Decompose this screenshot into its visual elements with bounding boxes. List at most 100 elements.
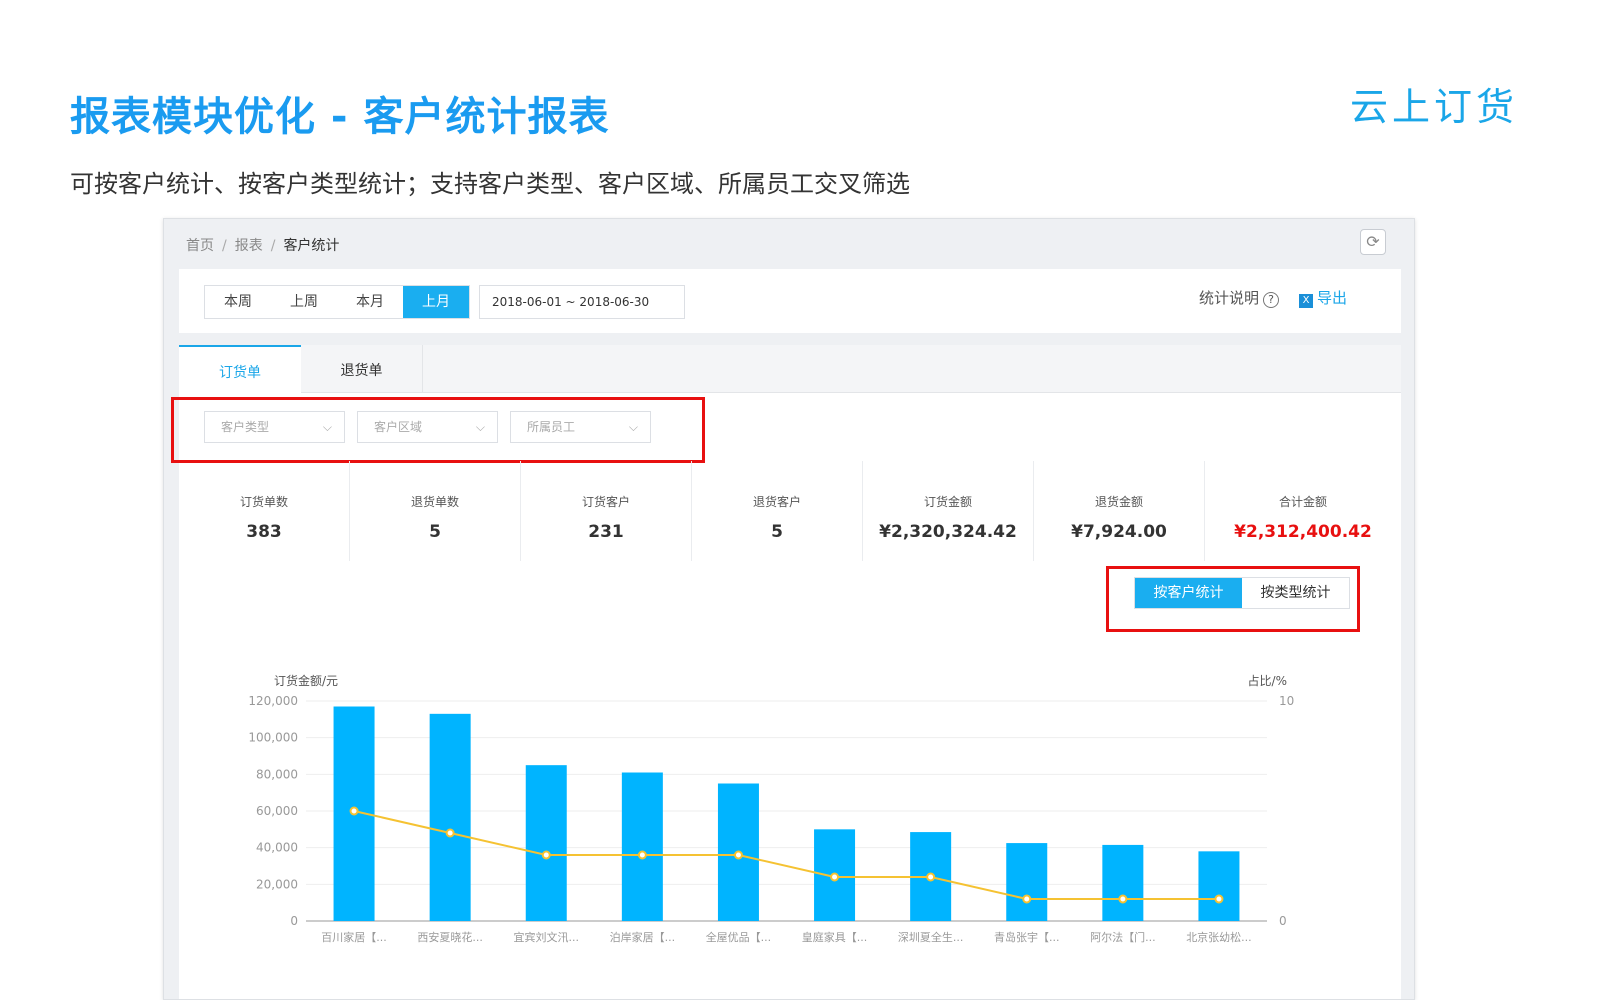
x-tick-label: 青岛张宇【... xyxy=(994,930,1060,944)
stat-label: 退货客户 xyxy=(752,495,801,509)
tab-returns[interactable]: 退货单 xyxy=(301,345,423,393)
ratio-point xyxy=(926,872,936,882)
y-tick-label: 0 xyxy=(290,914,298,928)
view-toggle: 按客户统计 按类型统计 xyxy=(1134,577,1350,609)
customer-amount-chart: 订货金额/元 占比/% 0 20,000 40,000 60,000 80,000 100,0… xyxy=(248,673,1294,944)
stat-value: 231 xyxy=(588,522,624,542)
stat-label: 退货单数 xyxy=(410,495,459,509)
breadcrumb: 首页 / 报表 / 客户统计 xyxy=(186,235,339,255)
by-type-button[interactable]: 按类型统计 xyxy=(1242,578,1349,608)
customer-region-select[interactable]: 客户区域 ⌵ xyxy=(357,411,498,443)
bar xyxy=(1006,843,1048,921)
chevron-down-icon: ⌵ xyxy=(475,420,485,434)
period-last-month[interactable]: 上月 xyxy=(403,286,469,318)
x-tick-label: 泊岸家居【... xyxy=(610,930,676,944)
ratio-point xyxy=(349,806,359,816)
period-selector: 本周 上周 本月 上月 xyxy=(204,285,470,319)
chevron-down-icon: ⌵ xyxy=(322,420,332,434)
y2-tick-label: 0 xyxy=(1279,914,1287,928)
staff-placeholder: 所属员工 xyxy=(527,420,576,434)
x-tick-label: 深圳夏全生... xyxy=(898,930,964,944)
ratio-point xyxy=(1214,894,1224,904)
summary-stats: 订货单数 383 退货单数 5 订货客户 231 退货客户 5 订货金额 ¥2,320,3… xyxy=(179,461,1401,561)
stat-value: ¥7,924.00 xyxy=(1071,522,1167,542)
help-label: 统计说明 xyxy=(1199,289,1260,307)
y2-axis-title: 占比/% xyxy=(1248,673,1287,688)
period-last-week[interactable]: 上周 xyxy=(271,286,337,318)
ratio-point xyxy=(733,850,743,860)
refresh-icon[interactable]: ⟳ xyxy=(1360,229,1386,255)
stat-return-count: 退货单数 5 xyxy=(350,461,521,561)
bar xyxy=(525,765,567,921)
date-range-input[interactable]: 2018-06-01 ~ 2018-06-30 xyxy=(479,285,685,319)
breadcrumb-current: 客户统计 xyxy=(283,238,340,254)
stat-return-customers: 退货客户 5 xyxy=(692,461,863,561)
stat-value: 5 xyxy=(771,522,783,542)
tab-orders[interactable]: 订货单 xyxy=(179,345,301,394)
x-tick-label: 西安夏晓花... xyxy=(417,930,483,944)
ratio-point xyxy=(541,850,551,860)
x-tick-label: 百川家居【... xyxy=(321,930,387,944)
ratio-point xyxy=(1022,894,1032,904)
stat-value: ¥2,312,400.42 xyxy=(1234,522,1372,542)
stat-label: 合计金额 xyxy=(1278,495,1327,509)
stat-label: 退货金额 xyxy=(1094,495,1143,509)
stat-value: 5 xyxy=(429,522,441,542)
customer-region-placeholder: 客户区域 xyxy=(374,420,423,434)
breadcrumb-reports[interactable]: 报表 xyxy=(235,238,263,254)
y-tick-label: 20,000 xyxy=(256,877,298,891)
y-tick-label: 100,000 xyxy=(248,731,298,745)
ratio-line xyxy=(353,810,1219,900)
y-axis-title: 订货金额/元 xyxy=(274,673,338,688)
export-label: 导出 xyxy=(1317,289,1348,307)
y-tick-label: 80,000 xyxy=(256,767,298,781)
ratio-point xyxy=(445,828,455,838)
y2-tick-label: 10 xyxy=(1279,694,1294,708)
stat-return-amount: 退货金额 ¥7,924.00 xyxy=(1034,461,1205,561)
filter-bar: 客户类型 ⌵ 客户区域 ⌵ 所属员工 ⌵ xyxy=(204,411,651,443)
stat-order-customers: 订货客户 231 xyxy=(521,461,692,561)
x-tick-label: 宜宾刘文汛... xyxy=(514,930,580,944)
stat-order-amount: 订货金额 ¥2,320,324.42 xyxy=(863,461,1034,561)
stat-label: 订货单数 xyxy=(239,495,288,509)
stat-value: ¥2,320,324.42 xyxy=(879,522,1017,542)
app-window: 首页 / 报表 / 客户统计 ⟳ 本周 上周 本月 上月 2018-06-01 ~ 20… xyxy=(163,218,1415,1000)
customer-type-placeholder: 客户类型 xyxy=(221,420,270,434)
bar xyxy=(1102,844,1144,921)
x-tick-label: 全屋优品【... xyxy=(706,930,772,944)
ratio-point xyxy=(830,872,840,882)
chevron-down-icon: ⌵ xyxy=(628,420,638,434)
stats-help-link[interactable]: 统计说明? xyxy=(1199,287,1280,308)
stat-label: 订货客户 xyxy=(581,495,630,509)
report-panel: 订货单 退货单 客户类型 ⌵ 客户区域 ⌵ 所属员工 ⌵ 订货单数 383 退货单数 5 … xyxy=(171,345,1401,999)
breadcrumb-home[interactable]: 首页 xyxy=(186,238,214,254)
stat-order-count: 订货单数 383 xyxy=(179,461,350,561)
x-tick-label: 皇庭家具【... xyxy=(802,930,868,944)
slide-subtitle: 可按客户统计、按客户类型统计；支持客户类型、客户区域、所属员工交叉筛选 xyxy=(70,170,910,198)
y-tick-label: 40,000 xyxy=(256,841,298,855)
period-this-month[interactable]: 本月 xyxy=(337,286,403,318)
excel-icon: X xyxy=(1299,294,1313,308)
customer-type-select[interactable]: 客户类型 ⌵ xyxy=(204,411,345,443)
y-tick-label: 60,000 xyxy=(256,804,298,818)
x-tick-label: 北京张幼松... xyxy=(1186,930,1252,944)
export-button[interactable]: X 导出 xyxy=(1299,287,1347,308)
toolbar: 本周 上周 本月 上月 2018-06-01 ~ 2018-06-30 统计说明… xyxy=(179,269,1401,333)
order-type-tabs: 订货单 退货单 xyxy=(179,345,1401,394)
bar xyxy=(1198,851,1240,921)
question-icon: ? xyxy=(1263,292,1280,308)
ratio-point xyxy=(1118,894,1128,904)
stat-label: 订货金额 xyxy=(923,495,972,509)
x-tick-label: 阿尔法【门... xyxy=(1090,930,1156,944)
stat-value: 383 xyxy=(246,522,282,542)
period-this-week[interactable]: 本周 xyxy=(205,286,271,318)
staff-select[interactable]: 所属员工 ⌵ xyxy=(510,411,651,443)
bar xyxy=(621,772,663,921)
slide-title: 报表模块优化 - 客户统计报表 xyxy=(70,94,610,140)
stat-total-amount: 合计金额 ¥2,312,400.42 xyxy=(1205,461,1401,561)
y-tick-label: 120,000 xyxy=(248,694,298,708)
bar xyxy=(429,713,471,921)
ratio-point xyxy=(637,850,647,860)
brand-logo: 云上订货 xyxy=(1349,85,1518,129)
by-customer-button[interactable]: 按客户统计 xyxy=(1135,578,1242,608)
